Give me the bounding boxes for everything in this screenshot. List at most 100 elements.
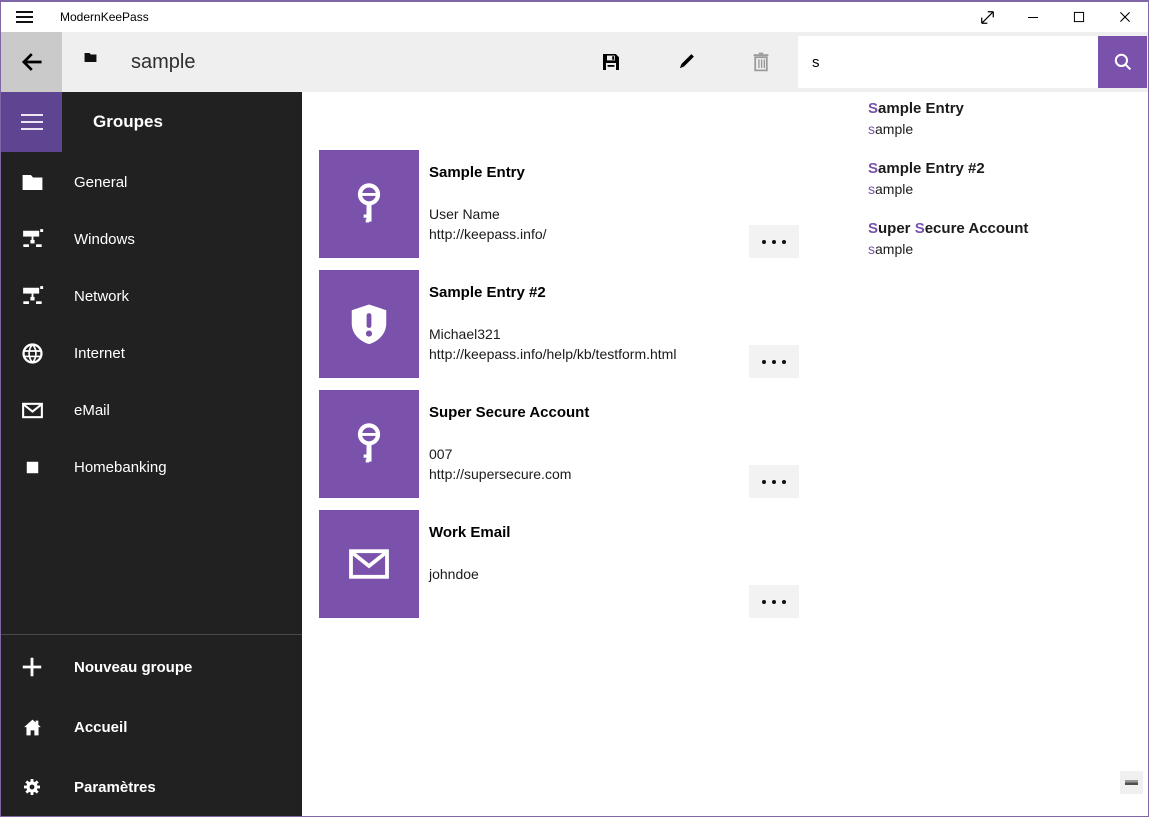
home-button[interactable]: Accueil — [1, 697, 302, 757]
entry-username: johndoe — [429, 564, 479, 584]
folder-icon — [19, 170, 45, 196]
suggestion-title: Sample Entry — [868, 99, 1136, 119]
back-arrow-icon — [18, 48, 46, 76]
entry-url: http://keepass.info/help/kb/testform.htm… — [429, 344, 676, 364]
key-icon — [346, 181, 392, 227]
edit-button[interactable] — [662, 32, 710, 92]
entry-row-work-email[interactable]: Work Email johndoe — [319, 510, 799, 618]
maximize-icon — [1069, 7, 1089, 27]
action-item-label: Paramètres — [74, 779, 156, 796]
maximize-button[interactable] — [1056, 2, 1102, 32]
shield-exclamation-icon — [346, 301, 392, 347]
expand-button[interactable] — [964, 2, 1010, 32]
new-group-button[interactable]: Nouveau groupe — [1, 637, 302, 697]
ellipsis-icon — [762, 360, 766, 364]
groups-pane: Groupes General Windows — [1, 92, 302, 816]
ellipsis-icon — [762, 600, 766, 604]
more-button[interactable] — [749, 585, 799, 618]
back-button[interactable] — [1, 32, 62, 92]
search-suggestions: Sample Entry sample Sample Entry #2 samp… — [858, 92, 1148, 284]
minus-icon — [1125, 780, 1138, 785]
entry-title: Super Secure Account — [429, 404, 589, 421]
group-title: sample — [131, 32, 195, 92]
sidebar-item-homebanking[interactable]: Homebanking — [1, 439, 302, 496]
square-icon — [19, 455, 45, 481]
entry-username: Michael321 — [429, 324, 676, 344]
save-icon — [599, 50, 623, 74]
close-icon — [1115, 7, 1135, 27]
groups-heading: Groupes — [93, 92, 163, 152]
entry-url: http://keepass.info/ — [429, 224, 547, 244]
suggestion-item[interactable]: Super Secure Account sample — [858, 214, 1148, 274]
expand-icon — [977, 7, 998, 28]
minimize-button[interactable] — [1010, 2, 1056, 32]
hamburger-icon — [21, 114, 43, 130]
sidebar-item-general[interactable]: General — [1, 154, 302, 211]
search-box — [798, 36, 1098, 88]
entry-row-sample-entry[interactable]: Sample Entry User Name http://keepass.in… — [319, 150, 799, 258]
entry-url: http://supersecure.com — [429, 464, 571, 484]
suggestion-title: Super Secure Account — [868, 219, 1136, 239]
sidebar-item-windows[interactable]: Windows — [1, 211, 302, 268]
edit-icon — [674, 50, 698, 74]
pane-toggle-button[interactable] — [1, 92, 62, 152]
minimize-icon — [1023, 7, 1043, 27]
sidebar-item-network[interactable]: Network — [1, 268, 302, 325]
entry-row-super-secure-account[interactable]: Super Secure Account 007 http://supersec… — [319, 390, 799, 498]
app-title: ModernKeePass — [60, 10, 149, 24]
action-item-label: Nouveau groupe — [74, 659, 192, 676]
zoom-out-button[interactable] — [1120, 771, 1143, 794]
delete-button[interactable] — [737, 32, 785, 92]
suggestion-subtitle: sample — [868, 239, 1136, 259]
entry-row-sample-entry-2[interactable]: Sample Entry #2 Michael321 http://keepas… — [319, 270, 799, 378]
titlebar: ModernKeePass — [1, 2, 1148, 32]
sidebar-item-email[interactable]: eMail — [1, 382, 302, 439]
globe-icon — [19, 341, 45, 367]
suggestion-subtitle: sample — [868, 119, 1136, 139]
hamburger-menu-icon[interactable] — [16, 11, 33, 23]
entry-tile — [319, 150, 419, 258]
entry-title: Sample Entry #2 — [429, 284, 546, 301]
trash-icon — [749, 50, 773, 74]
entry-tile — [319, 270, 419, 378]
home-icon — [19, 714, 45, 740]
entry-title: Work Email — [429, 524, 510, 541]
plus-icon — [19, 654, 45, 680]
network-icon — [19, 284, 45, 310]
group-list: General Windows — [1, 154, 302, 496]
sidebar-item-internet[interactable]: Internet — [1, 325, 302, 382]
sidebar-item-label: General — [74, 174, 127, 191]
sidebar-action-list: Nouveau groupe Accueil — [1, 637, 302, 817]
entry-username: User Name — [429, 204, 547, 224]
sidebar-item-label: Windows — [74, 231, 135, 248]
suggestion-title: Sample Entry #2 — [868, 159, 1136, 179]
sidebar-item-label: eMail — [74, 402, 110, 419]
settings-button[interactable]: Paramètres — [1, 757, 302, 817]
suggestion-item[interactable]: Sample Entry sample — [858, 94, 1148, 154]
save-button[interactable] — [587, 32, 635, 92]
folder-icon — [83, 50, 98, 65]
search-button[interactable] — [1098, 36, 1147, 88]
envelope-icon — [345, 540, 393, 588]
entry-tile — [319, 390, 419, 498]
search-icon — [1111, 50, 1135, 74]
close-button[interactable] — [1102, 2, 1148, 32]
ellipsis-icon — [762, 480, 766, 484]
entry-username: 007 — [429, 444, 571, 464]
window-controls — [964, 2, 1148, 32]
sidebar-item-label: Internet — [74, 345, 125, 362]
entry-title: Sample Entry — [429, 164, 525, 181]
envelope-icon — [19, 398, 45, 424]
more-button[interactable] — [749, 345, 799, 378]
action-item-label: Accueil — [74, 719, 127, 736]
more-button[interactable] — [749, 225, 799, 258]
key-icon — [346, 421, 392, 467]
more-button[interactable] — [749, 465, 799, 498]
ellipsis-icon — [762, 240, 766, 244]
app-window: ModernKeePass — [0, 0, 1149, 817]
sidebar-divider — [1, 634, 302, 635]
command-bar: sample — [1, 32, 1148, 92]
suggestion-item[interactable]: Sample Entry #2 sample — [858, 154, 1148, 214]
entry-tile — [319, 510, 419, 618]
search-input[interactable] — [798, 36, 1098, 88]
